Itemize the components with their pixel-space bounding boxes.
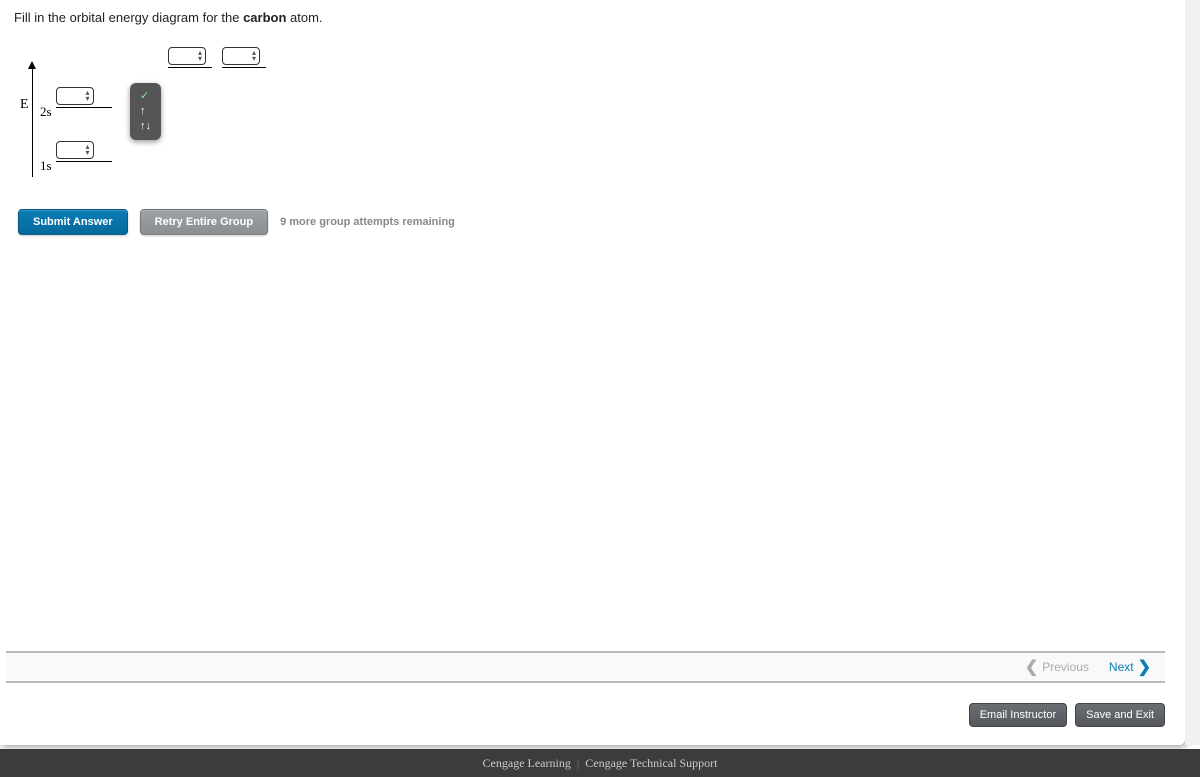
energy-label: E [20, 97, 29, 113]
energy-axis-arrow [32, 67, 33, 177]
orbital-line [56, 161, 112, 162]
orbital-row-2p: ▴▾ ▴▾ [168, 47, 270, 68]
save-and-exit-button[interactable]: Save and Exit [1075, 703, 1165, 727]
orbital-slot-2p-1: ▴▾ [168, 47, 212, 68]
orbital-label-1s: 1s [40, 158, 52, 174]
chevron-left-icon: ❮ [1025, 657, 1038, 677]
footer-brand: Cengage Learning [483, 756, 571, 771]
orbital-select-2p-1[interactable]: ▴▾ [168, 47, 206, 65]
next-button[interactable]: Next ❯ [1109, 657, 1151, 677]
next-label: Next [1109, 660, 1134, 674]
answer-buttons: Submit Answer Retry Entire Group 9 more … [18, 209, 1185, 235]
orbital-label-2s: 2s [40, 104, 52, 120]
footer-support-link[interactable]: Cengage Technical Support [585, 756, 717, 771]
question-prefix: Fill in the orbital energy diagram for t… [14, 10, 243, 25]
chevron-right-icon: ❯ [1138, 657, 1151, 677]
retry-group-button[interactable]: Retry Entire Group [140, 209, 268, 235]
orbital-slot-1s: ▴▾ [56, 141, 112, 162]
orbital-diagram: E ▴▾ ▴▾ 2s ▴▾ ✓ ↑ ↑↓ 1s [18, 41, 1185, 191]
footer-separator: | [577, 756, 579, 771]
nav-bar: ❮ Previous Next ❯ [6, 651, 1165, 683]
question-bold: carbon [243, 10, 286, 25]
previous-button[interactable]: ❮ Previous [1025, 657, 1089, 677]
orbital-row-1s: 1s ▴▾ [40, 141, 116, 162]
submit-answer-button[interactable]: Submit Answer [18, 209, 128, 235]
email-instructor-button[interactable]: Email Instructor [969, 703, 1067, 727]
attempts-remaining: 9 more group attempts remaining [280, 216, 455, 228]
orbital-row-2s: 2s ▴▾ ✓ ↑ ↑↓ [40, 87, 116, 108]
stepper-icon: ▴▾ [86, 90, 90, 102]
orbital-line [222, 67, 266, 68]
stepper-icon: ▴▾ [86, 144, 90, 156]
scrollbar-vertical[interactable] [1185, 0, 1200, 745]
tooltip-option-check[interactable]: ✓ [140, 89, 151, 104]
question-text: Fill in the orbital energy diagram for t… [0, 0, 1185, 31]
stepper-icon: ▴▾ [252, 50, 256, 62]
orbital-select-2s[interactable]: ▴▾ [56, 87, 94, 105]
orbital-slot-2s: ▴▾ [56, 87, 112, 108]
previous-label: Previous [1042, 660, 1089, 674]
question-suffix: atom. [286, 10, 322, 25]
orbital-dropdown-tooltip[interactable]: ✓ ↑ ↑↓ [130, 83, 161, 140]
orbital-select-2p-2[interactable]: ▴▾ [222, 47, 260, 65]
footer: Cengage Learning | Cengage Technical Sup… [0, 749, 1200, 777]
action-bar: Email Instructor Save and Exit [969, 703, 1165, 727]
orbital-slot-2p-2: ▴▾ [222, 47, 266, 68]
orbital-select-1s[interactable]: ▴▾ [56, 141, 94, 159]
tooltip-option-updown[interactable]: ↑↓ [140, 119, 151, 134]
stepper-icon: ▴▾ [198, 50, 202, 62]
content-frame: Fill in the orbital energy diagram for t… [0, 0, 1185, 745]
orbital-line [56, 107, 112, 108]
orbital-line [168, 67, 212, 68]
tooltip-option-up[interactable]: ↑ [140, 104, 151, 119]
